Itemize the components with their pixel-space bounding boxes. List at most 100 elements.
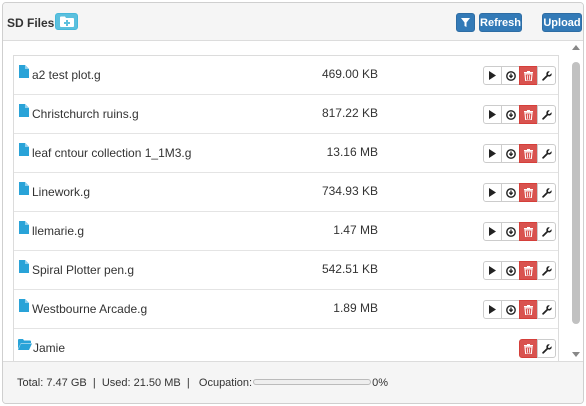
scrollbar[interactable] [569, 43, 583, 361]
settings-button[interactable] [537, 66, 556, 85]
file-row[interactable]: llemarie.g 1.47 MB [14, 212, 558, 251]
download-button[interactable] [501, 105, 520, 124]
folder-row[interactable]: Jamie [14, 329, 558, 361]
download-button[interactable] [501, 144, 520, 163]
delete-button[interactable] [519, 261, 538, 280]
download-button[interactable] [501, 222, 520, 241]
download-icon [505, 304, 516, 315]
delete-button[interactable] [519, 183, 538, 202]
file-row[interactable]: leaf cntour collection 1_1M3.g 13.16 MB [14, 134, 558, 173]
file-name[interactable]: a2 test plot.g [32, 68, 101, 82]
trash-icon [524, 109, 533, 120]
scroll-down-arrow-icon[interactable] [572, 352, 580, 357]
settings-button[interactable] [537, 261, 556, 280]
print-button[interactable] [483, 261, 502, 280]
file-actions [483, 222, 556, 242]
settings-button[interactable] [537, 105, 556, 124]
print-button[interactable] [483, 300, 502, 319]
filter-icon [461, 18, 470, 27]
file-name[interactable]: llemarie.g [32, 224, 84, 238]
file-row[interactable]: a2 test plot.g 469.00 KB [14, 56, 558, 95]
file-row[interactable]: Westbourne Arcade.g 1.89 MB [14, 290, 558, 329]
settings-button[interactable] [537, 300, 556, 319]
new-folder-button[interactable] [55, 13, 78, 30]
download-icon [505, 226, 516, 237]
file-icon [19, 221, 29, 234]
refresh-button[interactable]: Refresh [479, 13, 522, 32]
print-button[interactable] [483, 183, 502, 202]
file-name[interactable]: Spiral Plotter pen.g [32, 263, 134, 277]
file-list-viewport: a2 test plot.g 469.00 KB Christchurch ruin… [3, 41, 583, 361]
print-button[interactable] [483, 144, 502, 163]
delete-button[interactable] [519, 105, 538, 124]
used-label: Used: [101, 377, 131, 389]
delete-button[interactable] [519, 339, 538, 358]
settings-button[interactable] [537, 183, 556, 202]
file-name[interactable]: Westbourne Arcade.g [32, 302, 147, 316]
download-icon [505, 187, 516, 198]
wrench-icon [541, 304, 552, 315]
scroll-up-arrow-icon[interactable] [572, 45, 580, 50]
total-value: 7.47 GB [46, 377, 87, 389]
delete-button[interactable] [519, 144, 538, 163]
wrench-icon [541, 109, 552, 120]
delete-button[interactable] [519, 222, 538, 241]
print-button[interactable] [483, 66, 502, 85]
download-button[interactable] [501, 66, 520, 85]
folder-name[interactable]: Jamie [33, 341, 65, 355]
file-actions [483, 300, 556, 320]
file-size: 1.47 MB [333, 223, 378, 237]
file-icon [19, 260, 29, 273]
download-icon [505, 70, 516, 81]
scrollbar-thumb[interactable] [572, 62, 580, 324]
file-icon [19, 143, 29, 156]
wrench-icon [541, 343, 552, 354]
file-icon [19, 182, 29, 195]
play-icon [489, 305, 496, 314]
delete-button[interactable] [519, 300, 538, 319]
file-actions [483, 183, 556, 203]
play-icon [489, 266, 496, 275]
storage-summary: Total: 7.47 GB | Used: 21.50 MB | Ocupat… [17, 377, 388, 389]
panel-title: SD Files [7, 16, 55, 30]
file-actions [483, 105, 556, 125]
wrench-icon [541, 265, 552, 276]
occupation-progress-bar [253, 379, 372, 386]
file-size: 734.93 KB [321, 184, 378, 198]
file-icon [19, 104, 29, 117]
trash-icon [524, 343, 533, 354]
file-row[interactable]: Christchurch ruins.g 817.22 KB [14, 95, 558, 134]
wrench-icon [541, 187, 552, 198]
file-name[interactable]: leaf cntour collection 1_1M3.g [32, 146, 191, 160]
trash-icon [524, 70, 533, 81]
play-icon [489, 71, 496, 80]
file-icon [19, 299, 29, 312]
panel-header: SD Files Refresh Upload [3, 3, 583, 41]
file-list: a2 test plot.g 469.00 KB Christchurch ruin… [13, 55, 559, 361]
settings-button[interactable] [537, 339, 556, 358]
folder-plus-icon [59, 16, 74, 27]
file-row[interactable]: Spiral Plotter pen.g 542.51 KB [14, 251, 558, 290]
sd-files-panel: SD Files Refresh Upload a2 test plot.g 46… [2, 2, 584, 404]
wrench-icon [541, 226, 552, 237]
print-button[interactable] [483, 105, 502, 124]
download-button[interactable] [501, 183, 520, 202]
delete-button[interactable] [519, 66, 538, 85]
file-name[interactable]: Linework.g [32, 185, 90, 199]
settings-button[interactable] [537, 222, 556, 241]
file-actions [483, 144, 556, 164]
filter-button[interactable] [456, 13, 475, 32]
play-icon [489, 227, 496, 236]
trash-icon [524, 265, 533, 276]
download-button[interactable] [501, 300, 520, 319]
download-button[interactable] [501, 261, 520, 280]
trash-icon [524, 304, 533, 315]
panel-footer: Total: 7.47 GB | Used: 21.50 MB | Ocupat… [3, 361, 583, 403]
occupation-label: Ocupation: [198, 377, 253, 389]
upload-button[interactable]: Upload [542, 13, 582, 32]
file-name[interactable]: Christchurch ruins.g [32, 107, 139, 121]
print-button[interactable] [483, 222, 502, 241]
trash-icon [524, 148, 533, 159]
settings-button[interactable] [537, 144, 556, 163]
file-row[interactable]: Linework.g 734.93 KB [14, 173, 558, 212]
